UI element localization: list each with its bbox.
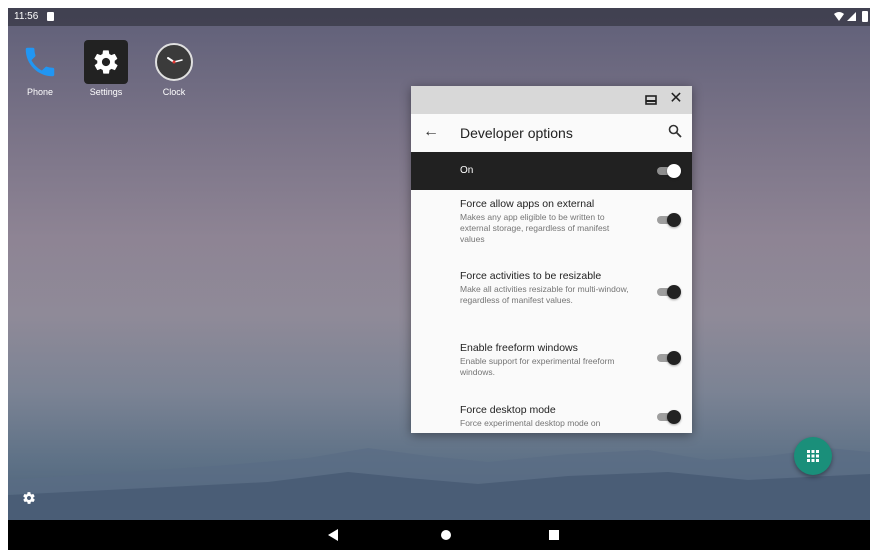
clock-icon xyxy=(152,40,196,84)
back-button[interactable]: ← xyxy=(423,124,439,140)
app-bar: ← Developer options xyxy=(411,114,692,152)
toggle-thumb xyxy=(667,285,681,299)
gear-icon xyxy=(94,50,118,74)
search-button[interactable] xyxy=(668,124,682,143)
app-settings[interactable]: Settings xyxy=(76,40,136,97)
toggle-force-resizable[interactable] xyxy=(657,285,681,299)
wifi-icon xyxy=(834,12,844,21)
maximize-icon xyxy=(645,95,657,105)
pref-title: Force desktop mode xyxy=(460,404,556,416)
toggle-enable-freeform[interactable] xyxy=(657,351,681,365)
nav-home-button[interactable] xyxy=(441,530,451,540)
window-caption-bar[interactable]: ✕ xyxy=(411,86,692,114)
search-icon xyxy=(668,124,682,138)
toggle-force-allow-external[interactable] xyxy=(657,213,681,227)
pref-summary: Enable support for experimental freeform… xyxy=(460,356,615,377)
app-clock[interactable]: Clock xyxy=(144,40,204,97)
navigation-bar xyxy=(8,520,870,550)
close-icon: ✕ xyxy=(669,90,683,107)
toggle-thumb xyxy=(667,213,681,227)
pref-force-resizable[interactable]: Force activities to be resizable Make al… xyxy=(411,262,692,334)
arrow-back-icon: ← xyxy=(423,123,439,140)
android-screen: 11:56 Phone Settings Clock ✕ ← Developer… xyxy=(8,8,870,550)
pref-summary: Makes any app eligible to be written to … xyxy=(460,212,610,244)
master-switch-label: On xyxy=(460,165,474,176)
close-button[interactable]: ✕ xyxy=(668,91,684,107)
page-title: Developer options xyxy=(460,125,573,141)
desktop-settings-button[interactable] xyxy=(22,491,36,510)
app-phone[interactable]: Phone xyxy=(10,40,70,97)
settings-app-icon xyxy=(84,40,128,84)
pref-title: Enable freeform windows xyxy=(460,342,578,354)
status-time: 11:56 xyxy=(14,11,39,22)
app-label: Settings xyxy=(89,87,123,97)
app-label: Phone xyxy=(26,87,54,97)
sd-card-icon xyxy=(47,12,54,21)
developer-options-window: ✕ ← Developer options On Force allow app… xyxy=(411,86,692,433)
pref-force-desktop-mode[interactable]: Force desktop mode Force experimental de… xyxy=(411,396,692,433)
app-label: Clock xyxy=(162,87,186,97)
master-toggle[interactable] xyxy=(657,164,681,178)
status-bar: 11:56 xyxy=(8,8,870,26)
pref-title: Force activities to be resizable xyxy=(460,270,602,282)
app-drawer-button[interactable] xyxy=(794,437,832,475)
nav-recents-button[interactable] xyxy=(549,530,559,540)
master-switch-bar[interactable]: On xyxy=(411,152,692,190)
toggle-thumb xyxy=(667,164,681,178)
signal-icon xyxy=(847,12,856,21)
toggle-thumb xyxy=(667,410,681,424)
gear-icon xyxy=(23,492,35,504)
pref-title: Force allow apps on external xyxy=(460,198,595,210)
toggle-thumb xyxy=(667,351,681,365)
pref-summary: Force experimental desktop mode on xyxy=(460,418,601,428)
phone-icon xyxy=(18,40,62,84)
battery-icon xyxy=(862,11,868,22)
apps-grid-icon xyxy=(807,450,819,462)
pref-force-allow-external[interactable]: Force allow apps on external Makes any a… xyxy=(411,190,692,262)
toggle-force-desktop-mode[interactable] xyxy=(657,410,681,424)
nav-back-button[interactable] xyxy=(328,529,338,541)
pref-enable-freeform[interactable]: Enable freeform windows Enable support f… xyxy=(411,334,692,396)
maximize-button[interactable] xyxy=(644,93,658,107)
pref-summary: Make all activities resizable for multi-… xyxy=(460,284,629,305)
